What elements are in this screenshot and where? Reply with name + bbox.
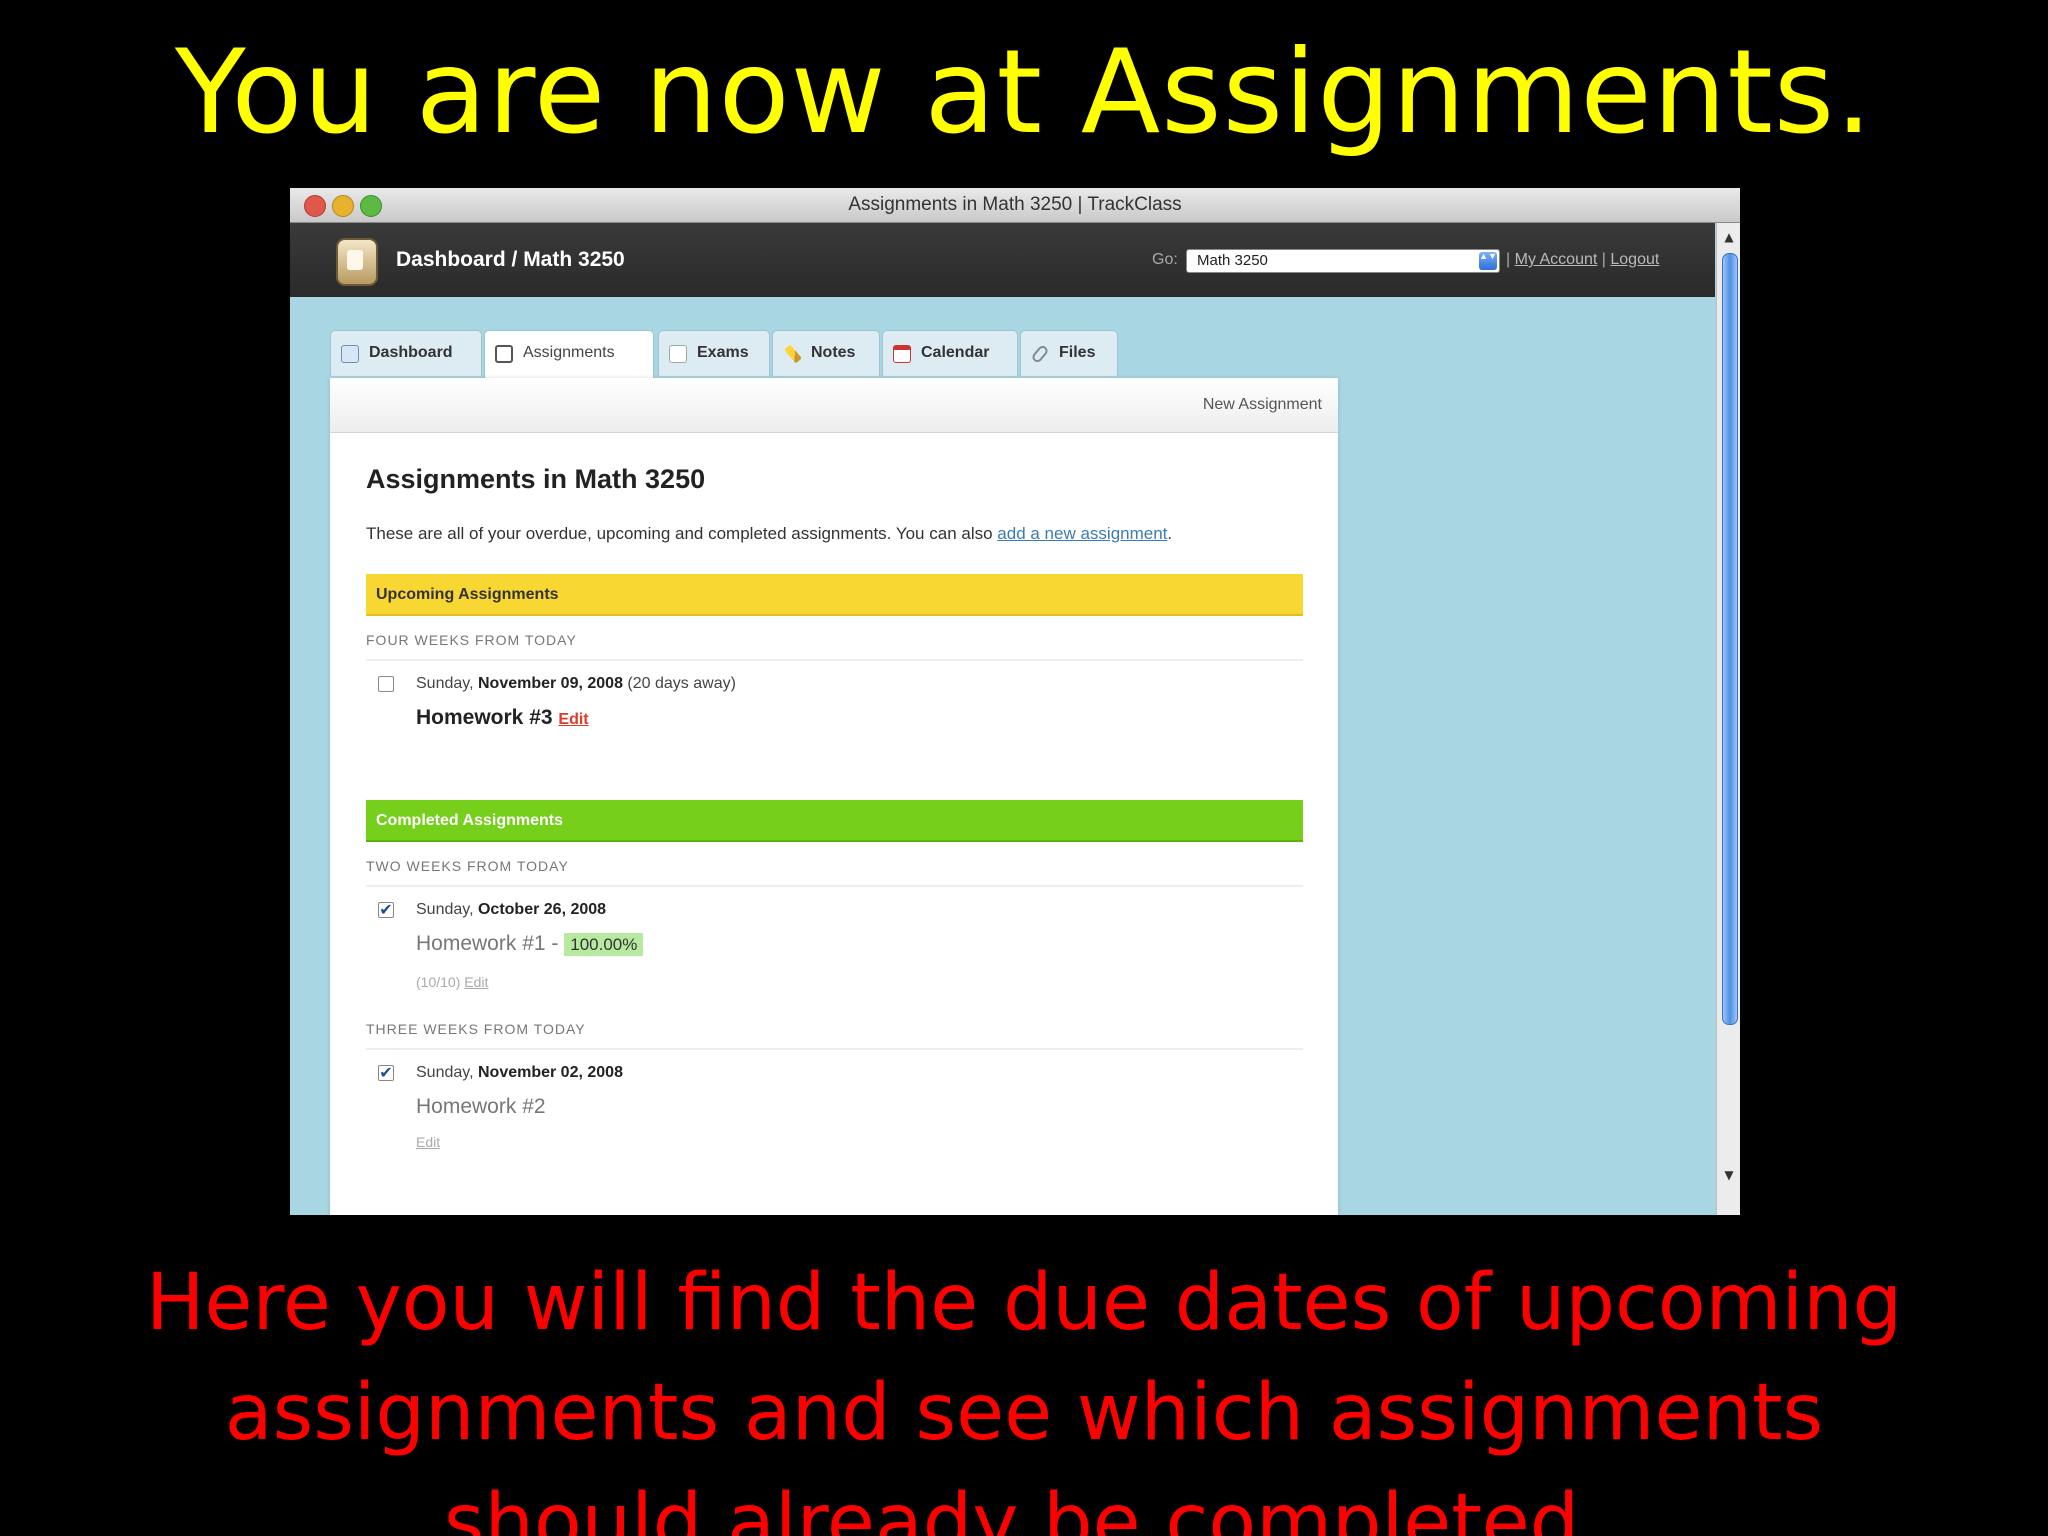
document-icon [669, 345, 687, 363]
intro-sentence: These are all of your overdue, upcoming … [366, 524, 993, 543]
intro-text: These are all of your overdue, upcoming … [366, 524, 1172, 544]
assignment-date: Sunday, November 09, 2008 (20 days away) [416, 675, 736, 693]
assignments-panel: New Assignment Assignments in Math 3250 … [330, 378, 1338, 1215]
checkmark-icon: ✔ [379, 1063, 393, 1082]
panel-toolbar: New Assignment [330, 378, 1338, 433]
link-separator: | [1601, 251, 1606, 268]
dashboard-icon [341, 345, 359, 363]
app-header: Dashboard / Math 3250 Go: Math 3250 ▲▼ |… [290, 223, 1715, 297]
tab-notes[interactable]: Notes [772, 330, 880, 376]
scroll-down-arrow-icon[interactable]: ▼ [1717, 1165, 1740, 1185]
pencil-icon [784, 344, 802, 364]
tab-exams[interactable]: Exams [658, 330, 770, 376]
upcoming-assignments-header: Upcoming Assignments [366, 574, 1303, 616]
divider [366, 659, 1303, 661]
group-label: THREE WEEKS FROM TODAY [366, 1021, 586, 1037]
course-select[interactable]: Math 3250 ▲▼ [1186, 249, 1500, 273]
weekday: Sunday, [416, 1064, 474, 1081]
link-separator: | [1506, 251, 1511, 268]
clipboard-icon [495, 345, 513, 363]
caption-line: Here you will find the due dates of upco… [145, 1258, 1903, 1348]
divider [366, 1048, 1303, 1050]
assignment-name: Homework #3 [416, 706, 553, 729]
edit-link[interactable]: Edit [416, 1134, 440, 1150]
assignment-title: Homework #1 - 100.00% [416, 932, 644, 956]
tab-calendar[interactable]: Calendar [882, 330, 1018, 376]
breadcrumb[interactable]: Dashboard / Math 3250 [396, 223, 625, 297]
vertical-scrollbar[interactable]: ▲ ▼ [1716, 223, 1740, 1215]
intro-end: . [1167, 524, 1173, 543]
scroll-thumb[interactable] [1722, 253, 1738, 1025]
scroll-up-arrow-icon[interactable]: ▲ [1717, 227, 1740, 247]
score-badge: 100.00% [564, 933, 644, 956]
slide-caption: Here you will find the due dates of upco… [0, 1248, 2048, 1536]
weekday: Sunday, [416, 901, 474, 918]
logout-link[interactable]: Logout [1610, 251, 1659, 268]
assignment-title: Homework #3 Edit [416, 706, 589, 730]
due-date: October 26, 2008 [477, 901, 607, 918]
caption-line: should already be completed. [443, 1478, 1605, 1536]
assignment-date: Sunday, November 02, 2008 [416, 1064, 623, 1082]
go-label: Go: [1152, 251, 1178, 268]
page-title: Assignments in Math 3250 [366, 464, 706, 494]
window-titlebar: Assignments in Math 3250 | TrackClass [290, 188, 1740, 223]
assignment-name: Homework #1 - [416, 932, 559, 955]
divider [366, 885, 1303, 887]
tab-label: Notes [811, 344, 856, 361]
slide-title: You are now at Assignments. [174, 25, 1874, 160]
add-new-assignment-link[interactable]: add a new assignment [997, 524, 1167, 543]
due-date: November 09, 2008 [477, 675, 623, 692]
points: (10/10) [416, 974, 461, 990]
edit-link[interactable]: Edit [558, 711, 588, 728]
window-title: Assignments in Math 3250 | TrackClass [848, 194, 1182, 215]
browser-window: Assignments in Math 3250 | TrackClass Da… [290, 188, 1740, 1215]
edit-link[interactable]: Edit [464, 974, 488, 990]
calendar-icon [893, 345, 911, 363]
tab-label: Calendar [921, 344, 990, 361]
points-line: (10/10) Edit [416, 974, 488, 990]
paperclip-icon [1030, 343, 1050, 365]
tab-label: Files [1059, 344, 1096, 361]
tab-label: Assignments [523, 344, 615, 361]
course-select-value: Math 3250 [1197, 252, 1268, 269]
assignment-date: Sunday, October 26, 2008 [416, 901, 606, 919]
tab-dashboard[interactable]: Dashboard [330, 330, 482, 376]
weekday: Sunday, [416, 675, 474, 692]
tab-label: Exams [697, 344, 749, 361]
account-links: | My Account | Logout [1506, 223, 1659, 297]
trackclass-logo-icon[interactable] [336, 238, 378, 286]
my-account-link[interactable]: My Account [1515, 251, 1598, 268]
assignment-checkbox-checked[interactable]: ✔ [378, 902, 394, 918]
assignment-checkbox-checked[interactable]: ✔ [378, 1065, 394, 1081]
tab-files[interactable]: Files [1020, 330, 1118, 376]
select-arrows-icon: ▲▼ [1479, 252, 1497, 270]
new-assignment-link[interactable]: New Assignment [1203, 378, 1322, 432]
checkmark-icon: ✔ [379, 900, 393, 919]
days-away: (20 days away) [627, 675, 736, 692]
due-date: November 02, 2008 [477, 1064, 623, 1081]
completed-assignments-header: Completed Assignments [366, 800, 1303, 842]
caption-line: assignments and see which assignments [224, 1368, 1824, 1458]
assignment-name: Homework #2 [416, 1095, 546, 1118]
group-label: TWO WEEKS FROM TODAY [366, 858, 569, 874]
assignment-title: Homework #2 [416, 1095, 546, 1119]
group-label: FOUR WEEKS FROM TODAY [366, 632, 577, 648]
edit-line: Edit [416, 1134, 440, 1150]
tab-label: Dashboard [369, 344, 453, 361]
tab-assignments[interactable]: Assignments [484, 330, 654, 380]
assignment-checkbox[interactable] [378, 676, 394, 692]
